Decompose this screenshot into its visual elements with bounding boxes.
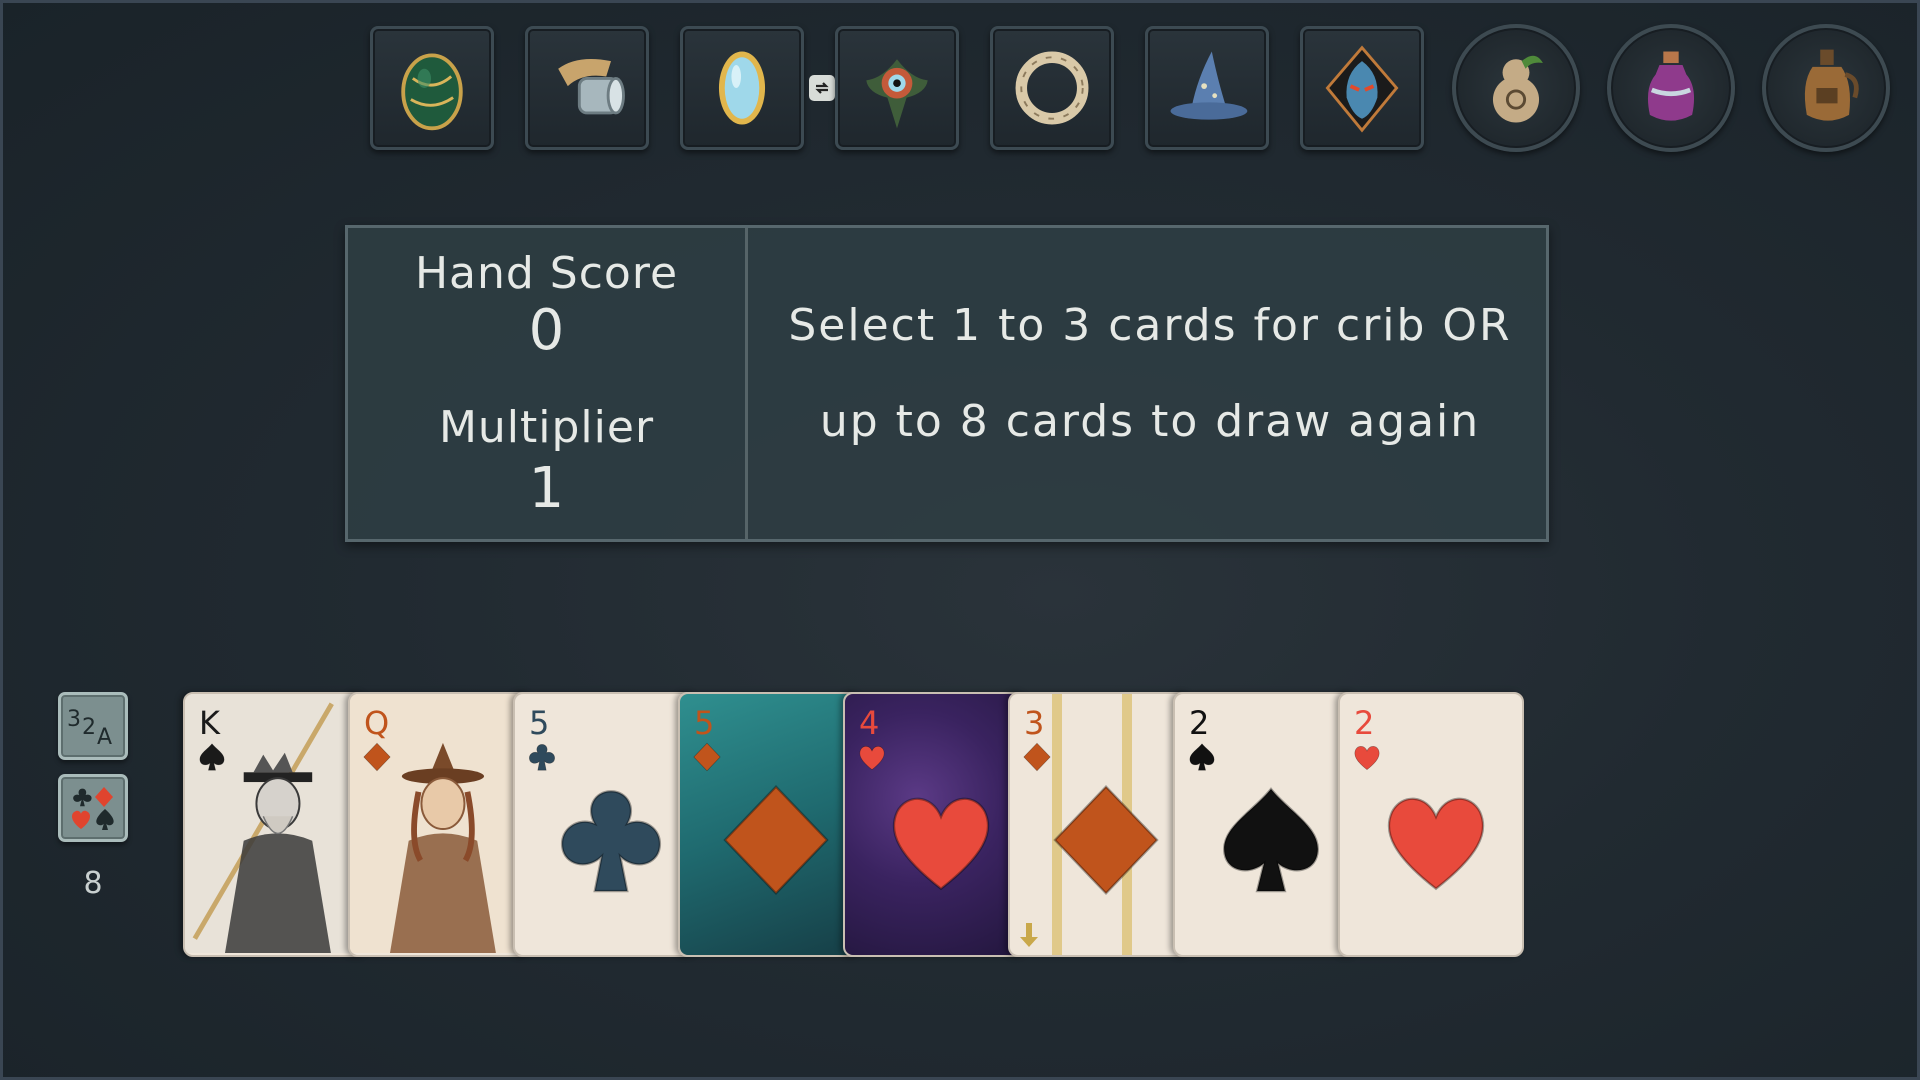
card-5-of-diamonds[interactable]: 5 <box>678 692 864 957</box>
card-rank: Q <box>364 704 390 742</box>
item-slot-ring[interactable] <box>990 26 1114 150</box>
ring-icon <box>1015 51 1089 125</box>
card-rank: 2 <box>1354 704 1375 742</box>
card-2-of-hearts[interactable]: 2 <box>1338 692 1524 957</box>
club-large-icon <box>561 790 661 893</box>
mask-icon <box>1325 45 1399 133</box>
sort-rank-icon: 3 2 A <box>67 707 112 750</box>
svg-text:A: A <box>97 725 112 750</box>
heart-large-icon <box>1387 797 1485 891</box>
item-slot-jug[interactable] <box>1762 24 1890 152</box>
item-slot-purple-potion[interactable] <box>1607 24 1735 152</box>
card-k-of-spades[interactable]: K <box>183 692 369 957</box>
sort-by-rank-button[interactable]: 3 2 A <box>58 692 128 760</box>
panel-divider <box>745 228 748 539</box>
instruction-line-2: up to 8 cards to draw again <box>819 396 1481 447</box>
diamond-icon <box>693 742 721 772</box>
purple-potion-icon <box>1647 51 1695 121</box>
heart-icon <box>1354 746 1380 770</box>
multiplier-value: 1 <box>528 456 565 521</box>
item-slot-horn[interactable] <box>525 26 649 150</box>
svg-text:2: 2 <box>82 715 96 740</box>
card-2-of-spades[interactable]: 2 <box>1173 692 1359 957</box>
card-rank: 2 <box>1189 704 1210 742</box>
jug-icon <box>1804 49 1859 121</box>
instruction-line-1: Select 1 to 3 cards for crib OR <box>788 300 1512 351</box>
spade-icon <box>199 743 225 771</box>
mirror-icon <box>718 51 766 125</box>
card-5-of-clubs[interactable]: 5 <box>513 692 699 957</box>
swap-icon[interactable] <box>809 75 835 101</box>
diamond-large-icon <box>723 784 829 896</box>
deck-count: 8 <box>83 866 103 901</box>
arrow-down-icon <box>1020 923 1038 947</box>
spade-icon <box>1189 743 1215 771</box>
diamond-icon <box>363 742 391 772</box>
info-panel: Hand Score 0 Multiplier 1 Select 1 to 3 … <box>345 225 1549 542</box>
card-q-of-diamonds[interactable]: Q <box>348 692 534 957</box>
diamond-icon <box>1023 742 1051 772</box>
wizard-hat-icon <box>1170 51 1248 120</box>
item-slot-egg[interactable] <box>370 26 494 150</box>
heart-icon <box>859 746 885 770</box>
item-slot-mirror[interactable] <box>680 26 804 150</box>
item-slot-eye-amulet[interactable] <box>835 26 959 150</box>
sort-suit-icon <box>71 787 114 830</box>
gourd-potion-icon <box>1492 55 1543 123</box>
sort-by-suit-button[interactable] <box>58 774 128 842</box>
hand-score-value: 0 <box>528 298 565 363</box>
card-4-of-hearts[interactable]: 4 <box>843 692 1029 957</box>
hand-score-label: Hand Score <box>414 248 679 299</box>
item-slot-gourd-potion[interactable] <box>1452 24 1580 152</box>
item-slot-wizard-hat[interactable] <box>1145 26 1269 150</box>
diamond-large-icon <box>1053 784 1159 896</box>
eye-amulet-icon <box>866 59 928 129</box>
svg-text:3: 3 <box>67 707 81 732</box>
card-rank: K <box>199 704 220 742</box>
card-rank: 3 <box>1024 704 1045 742</box>
card-rank: 5 <box>529 704 550 742</box>
horn-icon <box>558 58 625 115</box>
heart-large-icon <box>892 797 990 891</box>
multiplier-label: Multiplier <box>438 402 655 453</box>
item-slot-mask[interactable] <box>1300 26 1424 150</box>
card-rank: 4 <box>859 704 880 742</box>
card-rank: 5 <box>694 704 715 742</box>
spade-large-icon <box>1223 787 1319 893</box>
egg-icon <box>401 53 463 131</box>
card-3-of-diamonds[interactable]: 3 <box>1008 692 1194 957</box>
club-icon <box>529 744 555 771</box>
